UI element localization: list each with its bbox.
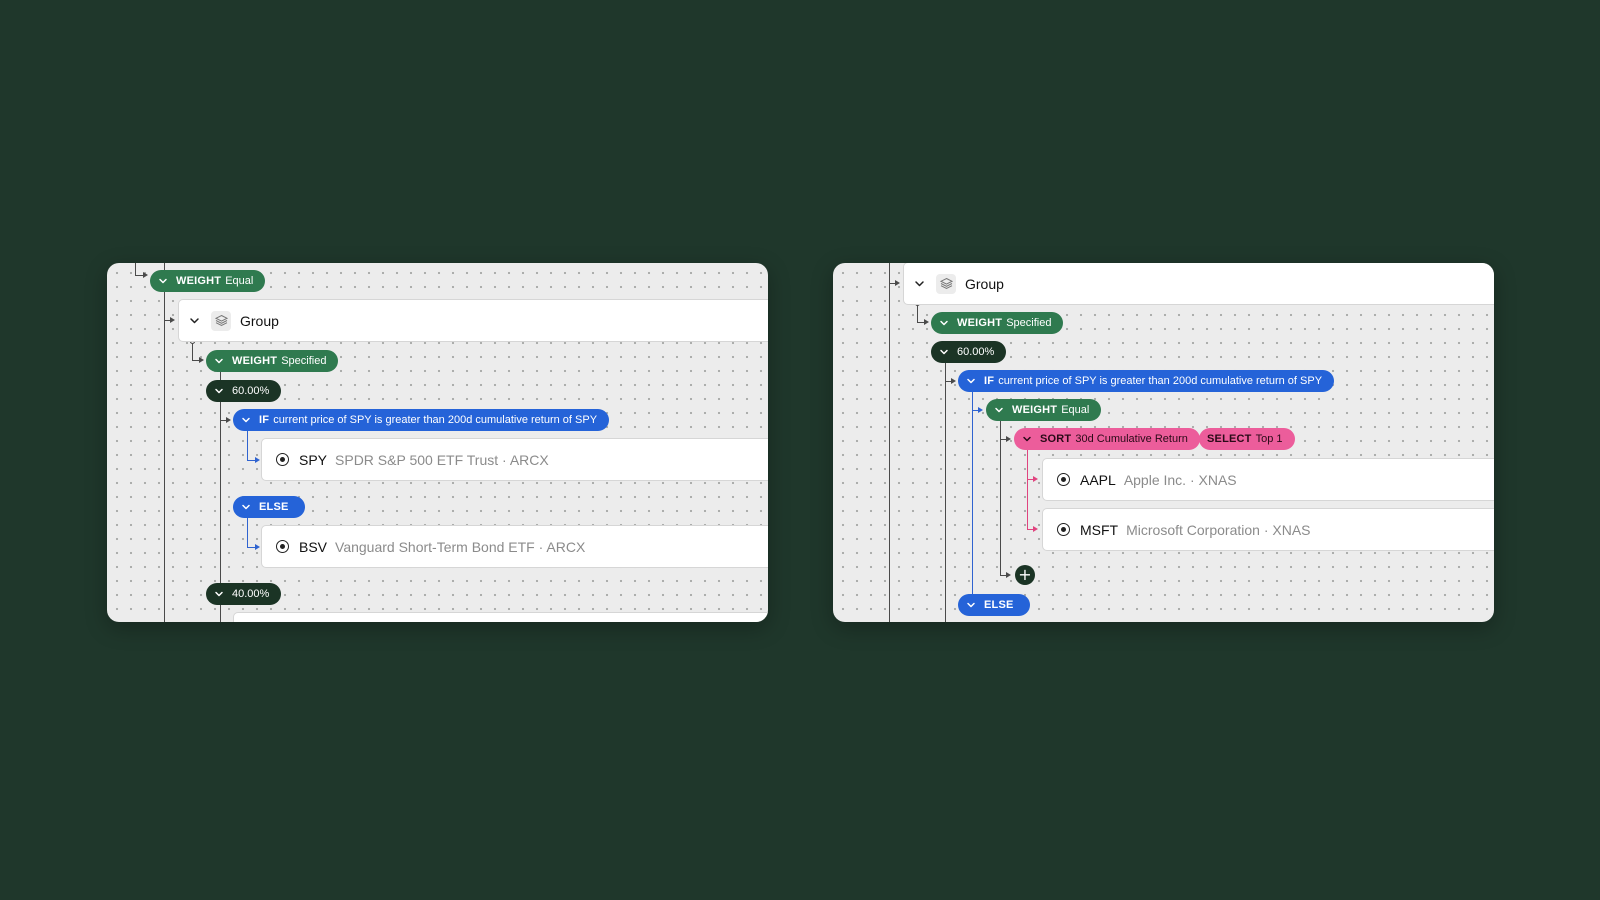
layers-icon <box>211 310 231 331</box>
editor-panel-left: WEIGHT Equal Group WEIGHT Specified 60.0… <box>107 263 768 622</box>
if-condition-pill[interactable]: IF current price of SPY is greater than … <box>233 409 610 431</box>
chevron-down-icon <box>1023 436 1031 442</box>
radio-target-icon <box>276 540 289 553</box>
group-label: Group <box>965 275 1004 292</box>
weight-equal-pill[interactable]: WEIGHT Equal <box>150 270 266 292</box>
condition-text: current price of SPY is greater than 200… <box>273 414 598 426</box>
weight-equal-pill[interactable]: WEIGHT Equal <box>986 399 1102 421</box>
asset-description: Apple Inc. · XNAS <box>1123 471 1237 488</box>
asset-ticker: SPY <box>299 451 328 468</box>
asset-card-spy[interactable]: SPY SPDR S&P 500 ETF Trust · ARCX <box>261 438 768 481</box>
pill-keyword: WEIGHT <box>1012 404 1058 416</box>
pill-keyword: ELSE <box>984 599 1014 611</box>
sort-pill[interactable]: SORT 30d Cumulative Return <box>1014 428 1200 450</box>
radio-target-icon <box>1057 523 1070 536</box>
chevron-down-icon <box>967 602 975 608</box>
else-pill[interactable]: ELSE <box>233 496 305 518</box>
chevron-down-icon <box>242 504 250 510</box>
pill-keyword: IF <box>984 375 995 387</box>
weight-specified-pill[interactable]: WEIGHT Specified <box>206 350 339 372</box>
chevron-down-icon <box>967 378 975 384</box>
group-card[interactable]: Group <box>903 263 1494 305</box>
select-value: Top 1 <box>1255 433 1283 445</box>
asset-ticker: BSV <box>299 538 328 555</box>
asset-ticker: MSFT <box>1080 521 1119 538</box>
layers-icon <box>936 273 956 294</box>
pill-value: Equal <box>1061 404 1090 416</box>
sort-value: 30d Cumulative Return <box>1075 433 1188 445</box>
percent-40-pill[interactable]: 40.00% <box>206 583 282 605</box>
pill-keyword: WEIGHT <box>957 317 1003 329</box>
else-pill[interactable]: ELSE <box>958 594 1030 616</box>
chevron-down-icon <box>215 591 223 597</box>
chevron-down-icon <box>940 320 948 326</box>
pill-keyword: IF <box>259 414 270 426</box>
chevron-down-icon[interactable] <box>914 278 925 289</box>
pill-value: Equal <box>225 275 254 287</box>
radio-target-icon <box>276 453 289 466</box>
pill-value: Specified <box>281 355 327 367</box>
if-condition-pill[interactable]: IF current price of SPY is greater than … <box>958 370 1335 392</box>
asset-description: SPDR S&P 500 ETF Trust · ARCX <box>335 451 549 468</box>
condition-text: current price of SPY is greater than 200… <box>998 375 1323 387</box>
chevron-down-icon <box>940 349 948 355</box>
chevron-down-icon[interactable] <box>189 315 200 326</box>
asset-description: Vanguard Short-Term Bond ETF · ARCX <box>335 538 586 555</box>
pill-keyword: ELSE <box>259 501 289 513</box>
percent-60-pill[interactable]: 60.00% <box>206 380 282 402</box>
next-card-partial[interactable] <box>233 612 768 622</box>
asset-card-msft[interactable]: MSFT Microsoft Corporation · XNAS <box>1042 508 1494 551</box>
pill-keyword: SORT <box>1040 433 1072 445</box>
plus-icon: + <box>1018 565 1032 584</box>
asset-card-bsv[interactable]: BSV Vanguard Short-Term Bond ETF · ARCX <box>261 525 768 568</box>
chevron-down-icon <box>995 407 1003 413</box>
pill-keyword: WEIGHT <box>232 355 278 367</box>
weight-specified-pill[interactable]: WEIGHT Specified <box>931 312 1064 334</box>
group-label: Group <box>240 312 279 329</box>
chevron-down-icon <box>242 417 250 423</box>
chevron-down-icon <box>215 358 223 364</box>
chevron-down-icon <box>159 278 167 284</box>
percent-value: 60.00% <box>957 346 995 358</box>
group-card[interactable]: Group <box>178 299 768 342</box>
pill-value: Specified <box>1006 317 1052 329</box>
chevron-down-icon <box>215 388 223 394</box>
asset-description: Microsoft Corporation · XNAS <box>1126 521 1311 538</box>
percent-value: 60.00% <box>232 385 270 397</box>
percent-60-pill[interactable]: 60.00% <box>931 341 1007 363</box>
asset-ticker: AAPL <box>1080 471 1116 488</box>
editor-panel-right: Group WEIGHT Specified 60.00% IF current… <box>833 263 1494 622</box>
pill-keyword: SELECT <box>1207 433 1252 445</box>
pill-keyword: WEIGHT <box>176 275 222 287</box>
percent-value: 40.00% <box>232 588 270 600</box>
radio-target-icon <box>1057 473 1070 486</box>
add-node-button[interactable]: + <box>1015 565 1035 585</box>
asset-card-aapl[interactable]: AAPL Apple Inc. · XNAS <box>1042 458 1494 501</box>
select-pill[interactable]: SELECT Top 1 <box>1199 428 1295 450</box>
